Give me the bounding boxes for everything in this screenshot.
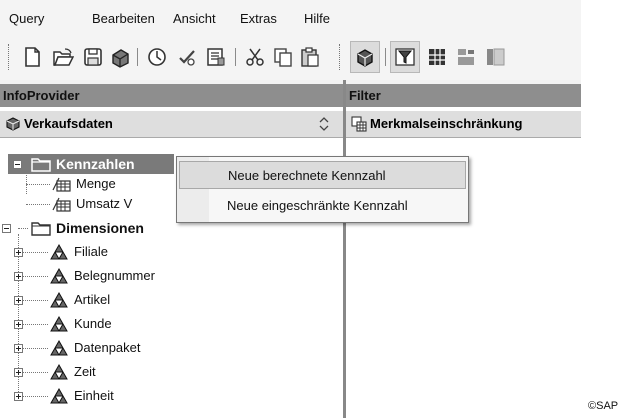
check-icon[interactable] [176,46,198,68]
tree-label: Artikel [74,292,111,307]
conditions-icon[interactable] [455,46,477,68]
tree-label: Kennzahlen [56,156,135,172]
characteristic-icon [48,339,70,357]
new-icon[interactable] [21,46,43,68]
save-icon[interactable] [82,46,104,68]
tree-node-datenpaket[interactable]: Datenpaket [0,338,343,358]
copy-icon[interactable] [272,46,294,68]
tree-label: Einheit [74,388,114,403]
tree-label: Belegnummer [74,268,155,283]
characteristic-icon [48,387,70,405]
exceptions-icon[interactable] [484,46,506,68]
tree-node-kunde[interactable]: Kunde [0,314,343,334]
folder-icon [30,219,52,237]
sort-icon[interactable] [319,116,329,132]
paste-icon[interactable] [299,46,321,68]
query-designer-window: Query Bearbeiten Ansicht Extras Hilfe In… [0,0,581,418]
infoprovider-icon [354,46,376,68]
expand-icon[interactable] [14,392,23,401]
characteristic-icon [48,363,70,381]
filter-title: Filter [346,84,581,107]
rows-columns-icon[interactable] [426,46,448,68]
expand-icon[interactable] [14,344,23,353]
cut-icon[interactable] [244,46,266,68]
toolbar-separator [137,48,138,66]
folder-icon [30,155,52,173]
save-all-icon[interactable] [109,46,131,68]
toolbar-grip[interactable] [339,44,342,70]
context-menu: Neue berechnete Kennzahl Neue eingeschrä… [176,156,469,223]
tree-label: Dimensionen [56,220,144,236]
keyfigure-icon [50,175,72,193]
characteristic-icon [48,243,70,261]
tree-line [22,396,48,397]
cube-icon [6,117,20,131]
tree-node-zeit[interactable]: Zeit [0,362,343,382]
tree-node-belegnummer[interactable]: Belegnummer [0,266,343,286]
menu-hilfe[interactable]: Hilfe [304,11,330,26]
expand-icon[interactable] [14,272,23,281]
characteristic-icon [48,315,70,333]
tree-label: Zeit [74,364,96,379]
toolbar-separator [385,48,386,66]
menu-item-new-restricted-keyfigure[interactable]: Neue eingeschränkte Kennzahl [179,192,466,220]
infoprovider-pane: InfoProvider Verkaufsdaten Kennzahlen Me… [0,84,343,418]
keyfigure-icon [50,195,72,213]
characteristic-icon [48,267,70,285]
collapse-icon[interactable] [2,224,11,233]
tree-label: Datenpaket [74,340,141,355]
toolbar-separator [235,48,236,66]
characteristic-icon [48,291,70,309]
expand-icon[interactable] [14,320,23,329]
expand-icon[interactable] [14,248,23,257]
filter-pane: Filter Merkmalseinschränkung [346,84,581,418]
filter-subheader-label: Merkmalseinschränkung [370,116,523,131]
tree-node-filiale[interactable]: Filiale [0,242,343,262]
tree-label: Menge [76,176,116,191]
properties-icon[interactable] [205,46,227,68]
provider-header[interactable]: Verkaufsdaten [0,111,343,138]
expand-icon[interactable] [14,296,23,305]
tree-node-artikel[interactable]: Artikel [0,290,343,310]
menu-bar: Query Bearbeiten Ansicht Extras Hilfe [0,0,581,34]
menu-item-label: Neue eingeschränkte Kennzahl [227,198,408,213]
infoprovider-title: InfoProvider [0,84,343,107]
menu-ansicht[interactable]: Ansicht [173,11,216,26]
toolbar-grip[interactable] [8,44,11,70]
menu-query[interactable]: Query [9,11,44,26]
menu-item-label: Neue berechnete Kennzahl [228,168,386,183]
copyright-notice: ©SAP [588,400,619,412]
tree-line [22,276,48,277]
menu-item-new-calculated-keyfigure[interactable]: Neue berechnete Kennzahl [179,161,466,189]
menu-extras[interactable]: Extras [240,11,277,26]
tree-label: Umsatz V [76,196,133,211]
collapse-icon[interactable] [13,160,22,169]
tree-line [22,372,48,373]
restriction-icon [351,116,367,132]
tree-node-einheit[interactable]: Einheit [0,386,343,406]
filter-icon [394,46,416,68]
tree-line [22,348,48,349]
open-icon[interactable] [52,46,74,68]
query-icon[interactable] [146,46,168,68]
tree-label: Kunde [74,316,112,331]
tree-line [22,300,48,301]
filter-subheader: Merkmalseinschränkung [346,111,581,138]
expand-icon[interactable] [14,368,23,377]
tree-line [22,252,48,253]
tree-label: Filiale [74,244,108,259]
menu-bearbeiten[interactable]: Bearbeiten [92,11,155,26]
tree-line [22,324,48,325]
toolbar [0,34,581,80]
provider-name: Verkaufsdaten [24,116,113,131]
